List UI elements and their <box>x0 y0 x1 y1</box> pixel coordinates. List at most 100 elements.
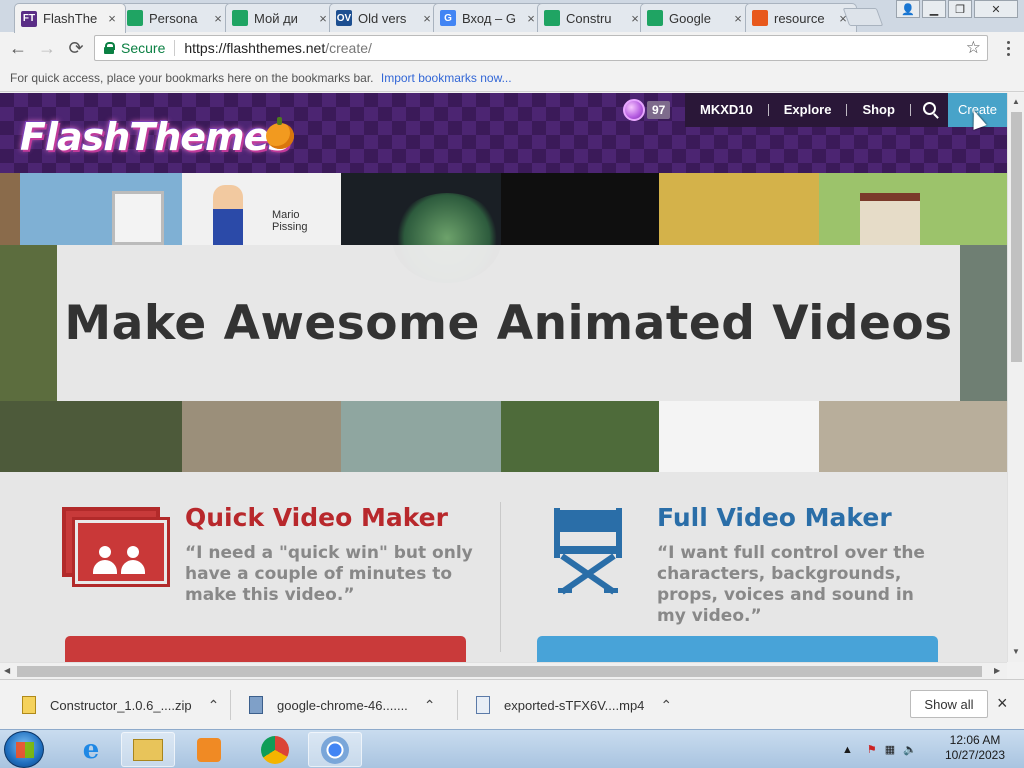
video-file-icon <box>476 696 490 714</box>
show-all-downloads-button[interactable]: Show all <box>910 690 988 718</box>
url-host: https://flashthemes.net <box>184 40 326 56</box>
site-header: FlashThemes 97 MKXD10 Explore Shop Creat… <box>0 93 1007 173</box>
download-filename: google-chrome-46....... <box>277 697 408 713</box>
scroll-down-icon[interactable]: ▼ <box>1012 647 1020 656</box>
close-window-button[interactable]: ✕ <box>974 0 1018 18</box>
tray-expand-icon[interactable]: ▲ <box>842 744 853 756</box>
nav-explore[interactable]: Explore <box>769 93 847 127</box>
downloads-bar: Constructor_1.0.6_....zip ⌃ google-chrom… <box>0 679 1024 729</box>
tab-favicon-icon <box>647 10 663 26</box>
tab-title: FlashThe <box>43 11 98 26</box>
quick-video-maker-icon[interactable] <box>62 507 170 587</box>
browser-tab[interactable]: Persona × <box>120 3 232 32</box>
file-explorer-icon[interactable] <box>121 732 175 767</box>
reload-button[interactable]: ⟳ <box>65 37 87 59</box>
search-icon[interactable] <box>911 93 951 127</box>
windows-taskbar: e ▲ ⚑ ▦ 🔈 12:06 AM 10/27/2023 <box>0 729 1024 768</box>
bookmarks-bar: For quick access, place your bookmarks h… <box>0 64 1024 92</box>
browser-tab[interactable]: G Вход – G × <box>433 3 545 32</box>
bookmark-star-icon[interactable]: ☆ <box>966 38 981 58</box>
url-path: /create/ <box>325 40 372 56</box>
quick-video-maker-button[interactable] <box>65 636 466 662</box>
chevron-up-icon[interactable]: ⌃ <box>660 697 672 714</box>
hero-tile <box>182 401 341 472</box>
flashthemes-logo[interactable]: FlashThemes <box>20 115 291 159</box>
full-video-maker-quote: “I want full control over the characters… <box>657 543 925 626</box>
browser-menu-icon[interactable] <box>998 37 1018 59</box>
site-nav: MKXD10 Explore Shop <box>685 93 951 127</box>
tab-close-icon[interactable]: × <box>211 11 225 26</box>
forward-button[interactable]: → <box>36 37 58 59</box>
taskbar-clock[interactable]: 12:06 AM 10/27/2023 <box>940 733 1010 763</box>
vertical-scrollbar[interactable]: ▲ ▼ <box>1007 93 1024 662</box>
browser-tab[interactable]: Constru × <box>537 3 649 32</box>
restore-button[interactable]: ❐ <box>948 0 972 18</box>
clock-time: 12:06 AM <box>949 733 1001 747</box>
horizontal-scroll-thumb[interactable] <box>17 666 982 677</box>
browser-tab[interactable]: FT FlashThe × <box>14 3 126 33</box>
import-bookmarks-link[interactable]: Import bookmarks now... <box>381 71 512 85</box>
hero-tile <box>659 173 819 245</box>
nav-user[interactable]: MKXD10 <box>685 93 768 127</box>
quick-video-maker-title[interactable]: Quick Video Maker <box>185 503 448 532</box>
media-player-icon[interactable] <box>182 732 236 767</box>
system-tray: ▲ ⚑ ▦ 🔈 <box>842 730 917 768</box>
chevron-up-icon[interactable]: ⌃ <box>424 697 436 714</box>
joy-count: 97 <box>647 101 671 119</box>
start-button[interactable] <box>4 731 44 768</box>
network-icon[interactable]: ▦ <box>885 743 895 756</box>
address-bar[interactable]: Secure https://flashthemes.net/create/ ☆ <box>94 35 988 61</box>
download-item[interactable]: google-chrome-46....... ⌃ <box>249 688 436 722</box>
browser-tab[interactable]: OV Old vers × <box>329 3 441 32</box>
download-item[interactable]: exported-sTFX6V....mp4 ⌃ <box>476 688 672 722</box>
quick-video-maker-quote: “I need a "quick win" but only have a co… <box>185 543 473 605</box>
tab-close-icon[interactable]: × <box>316 11 330 26</box>
back-button[interactable]: ← <box>7 37 29 59</box>
browser-tab[interactable]: Google × <box>640 3 752 32</box>
tab-title: Вход – G <box>462 10 516 26</box>
tab-favicon-icon <box>232 10 248 26</box>
scroll-left-icon[interactable]: ◀ <box>4 666 10 675</box>
joy-counter[interactable]: 97 <box>623 99 671 121</box>
user-icon[interactable]: 👤 <box>896 0 920 18</box>
download-separator <box>230 690 231 720</box>
nav-shop[interactable]: Shop <box>847 93 910 127</box>
tab-close-icon[interactable]: × <box>731 11 745 26</box>
hero-title-box: Make Awesome Animated Videos <box>57 245 960 401</box>
tab-title: Persona <box>149 10 198 26</box>
tab-favicon-icon <box>127 10 143 26</box>
hero-tile <box>960 245 1007 401</box>
directors-chair-icon[interactable] <box>548 504 628 596</box>
scroll-up-icon[interactable]: ▲ <box>1012 97 1020 106</box>
hero-character <box>213 185 243 245</box>
hero-tile <box>659 401 819 472</box>
tab-close-icon[interactable]: × <box>105 11 119 26</box>
vertical-scroll-thumb[interactable] <box>1011 112 1022 362</box>
joy-gem-icon <box>623 99 645 121</box>
lock-icon <box>103 42 115 54</box>
volume-icon[interactable]: 🔈 <box>903 743 917 756</box>
chrome-icon[interactable] <box>248 732 302 767</box>
action-center-icon[interactable]: ⚑ <box>867 743 877 756</box>
tab-close-icon[interactable]: × <box>420 11 434 26</box>
browser-tab[interactable]: resource × <box>745 3 857 32</box>
scroll-right-icon[interactable]: ▶ <box>994 666 1000 675</box>
chevron-up-icon[interactable]: ⌃ <box>208 697 220 714</box>
tab-close-icon[interactable]: × <box>524 11 538 26</box>
hero-tile <box>501 401 659 472</box>
close-downloads-icon[interactable]: × <box>997 693 1008 714</box>
download-item[interactable]: Constructor_1.0.6_....zip ⌃ <box>22 688 219 722</box>
internet-explorer-icon[interactable]: e <box>64 732 118 767</box>
full-video-maker-button[interactable] <box>537 636 938 662</box>
minimize-button[interactable]: ▁ <box>922 0 946 18</box>
horizontal-scrollbar[interactable]: ◀ ▶ <box>0 662 1007 679</box>
chrome-window-icon[interactable] <box>308 732 362 767</box>
new-tab-button[interactable] <box>842 8 884 26</box>
browser-tab[interactable]: Мой ди × <box>225 3 337 32</box>
hero-tile <box>0 245 57 401</box>
nav-separator <box>767 104 769 116</box>
full-video-maker-title[interactable]: Full Video Maker <box>657 503 892 532</box>
download-separator <box>457 690 458 720</box>
bookmarks-hint: For quick access, place your bookmarks h… <box>10 71 374 85</box>
download-filename: exported-sTFX6V....mp4 <box>504 697 645 713</box>
